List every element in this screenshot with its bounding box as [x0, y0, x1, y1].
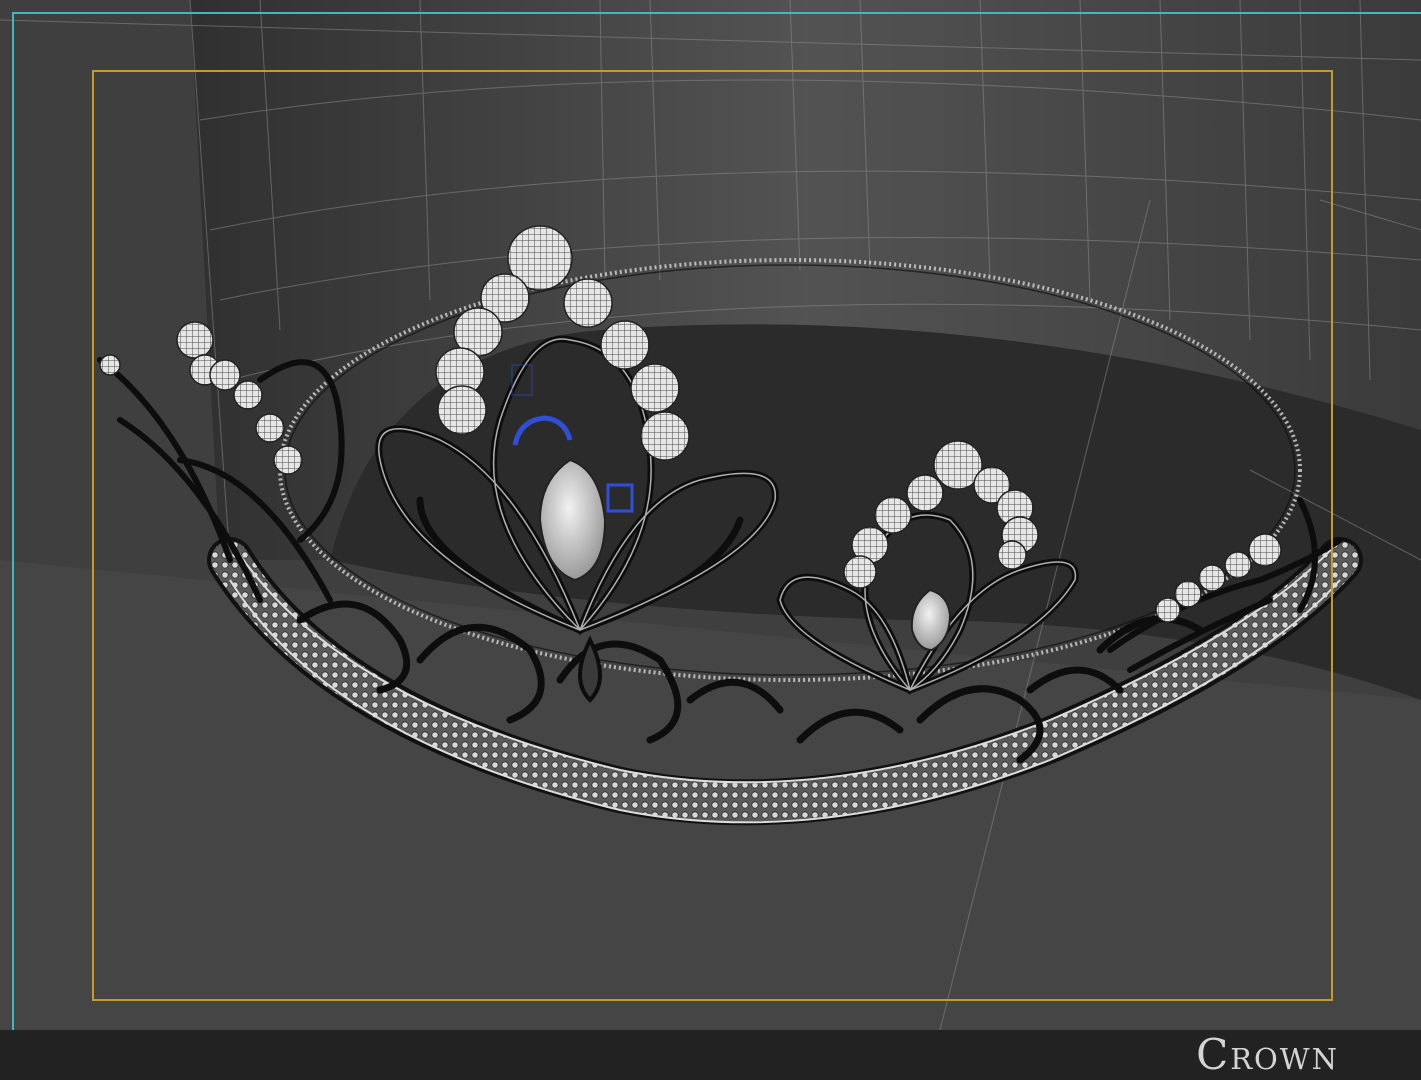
footer-bar: Crown — [0, 1030, 1421, 1080]
viewport-scene — [0, 0, 1421, 1030]
model-title: Crown — [1196, 1030, 1339, 1079]
3d-viewport[interactable] — [0, 0, 1421, 1030]
